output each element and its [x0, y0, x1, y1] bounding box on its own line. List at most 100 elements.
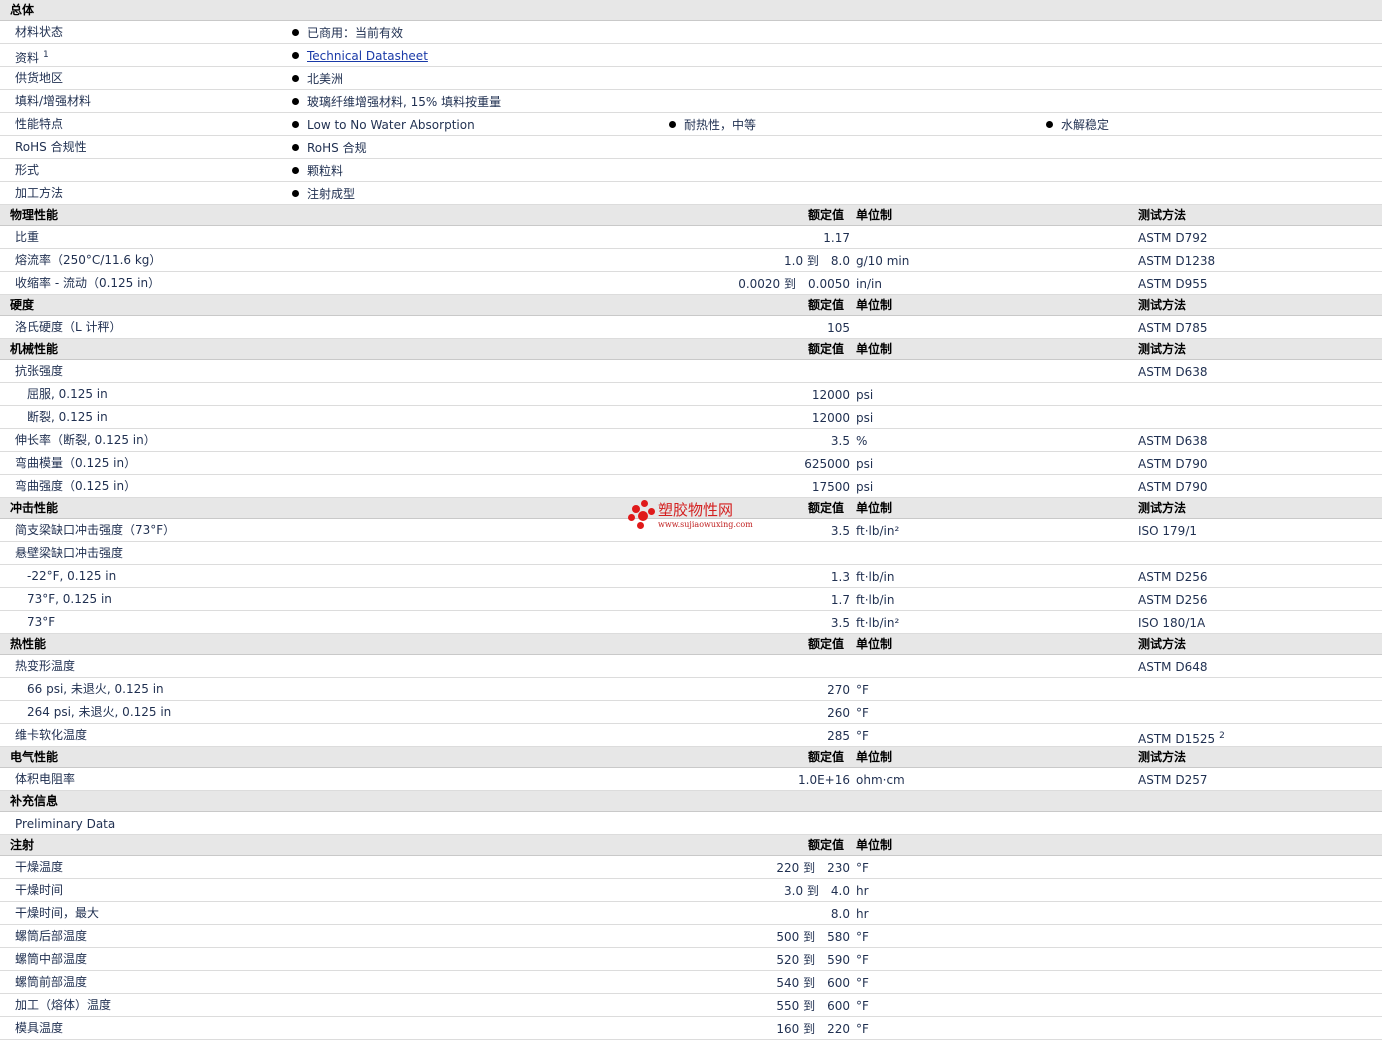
- row-unit: ft·lb/in²: [856, 524, 900, 538]
- row-unit: g/10 min: [856, 254, 910, 268]
- general-label-text: 材料状态: [15, 25, 64, 39]
- row-unit: °F: [856, 976, 869, 990]
- row-label: 断裂, 0.125 in: [27, 410, 108, 424]
- row-nominal: 285: [827, 729, 850, 743]
- row-unit: °F: [856, 683, 869, 697]
- general-row: 供货地区 北美洲: [0, 67, 1382, 90]
- row-unit: psi: [856, 388, 874, 402]
- row-unit: ohm·cm: [856, 773, 905, 787]
- row-unit: ft·lb/in: [856, 593, 895, 607]
- row-unit: psi: [856, 480, 874, 494]
- row-nominal: 160 到 220: [776, 1022, 850, 1036]
- row-nominal: 540 到 600: [776, 976, 850, 990]
- row-unit: ft·lb/in: [856, 570, 895, 584]
- row-nominal: 3.5: [830, 616, 850, 630]
- section-title: 机械性能: [10, 342, 59, 356]
- bullet-icon: [292, 121, 299, 128]
- row-label: 264 psi, 未退火, 0.125 in: [27, 705, 172, 719]
- table-row: 加工（熔体）温度 550 到 600 °F: [0, 994, 1382, 1017]
- table-row: 断裂, 0.125 in 12000 psi: [0, 406, 1382, 429]
- row-unit: hr: [856, 907, 869, 921]
- row-method-text: ISO 180/1A: [1138, 616, 1206, 630]
- general-value: Low to No Water Absorption: [307, 118, 475, 132]
- general-label-text: 填料/增强材料: [15, 94, 92, 108]
- row-label: -22°F, 0.125 in: [27, 569, 117, 583]
- table-row: 干燥时间 3.0 到 4.0 hr: [0, 879, 1382, 902]
- row-method-text: ASTM D257: [1138, 773, 1208, 787]
- row-method-text: ASTM D1525: [1138, 732, 1216, 746]
- header-nominal: 额定值: [808, 501, 845, 515]
- table-row: 73°F 3.5 ft·lb/in² ISO 180/1A: [0, 611, 1382, 634]
- row-nominal: 12000: [811, 388, 850, 402]
- row-method-text: ASTM D790: [1138, 457, 1208, 471]
- row-method-text: ASTM D1238: [1138, 254, 1216, 268]
- row-label: 螺筒中部温度: [15, 952, 88, 966]
- row-method: ASTM D257: [1138, 773, 1207, 787]
- header-unit: 单位制: [856, 298, 893, 312]
- table-row: 螺筒后部温度 500 到 580 °F: [0, 925, 1382, 948]
- row-method: ASTM D638: [1138, 434, 1207, 448]
- general-value: 玻璃纤维增强材料, 15% 填料按重量: [307, 95, 502, 109]
- row-label: 比重: [15, 230, 40, 244]
- header-nominal: 额定值: [808, 298, 845, 312]
- footnote-marker: 1: [43, 50, 49, 60]
- row-method: ASTM D785: [1138, 321, 1207, 335]
- header-method: 测试方法: [1138, 298, 1187, 312]
- table-row: 弯曲强度（0.125 in） 17500 psi ASTM D790: [0, 475, 1382, 498]
- table-row: 264 psi, 未退火, 0.125 in 260 °F: [0, 701, 1382, 724]
- general-value: 水解稳定: [1061, 118, 1110, 132]
- watermark-title: 塑胶物性网: [658, 501, 734, 519]
- table-row: 比重 1.17 ASTM D792: [0, 226, 1382, 249]
- table-row: 弯曲模量（0.125 in） 625000 psi ASTM D790: [0, 452, 1382, 475]
- section-title: 电气性能: [10, 750, 59, 764]
- row-unit: in/in: [856, 277, 882, 291]
- general-label: 形式: [15, 163, 39, 177]
- general-value: 北美洲: [307, 72, 344, 86]
- table-row: 73°F, 0.125 in 1.7 ft·lb/in ASTM D256: [0, 588, 1382, 611]
- row-method: ASTM D1525 2: [1138, 729, 1225, 746]
- row-nominal: 520 到 590: [776, 953, 850, 967]
- table-row: 抗张强度 ASTM D638: [0, 360, 1382, 383]
- row-nominal: 500 到 580: [776, 930, 850, 944]
- general-label-text: RoHS 合规性: [15, 140, 87, 154]
- header-nominal: 额定值: [808, 208, 845, 222]
- general-label-text: 供货地区: [15, 71, 64, 85]
- row-label: 干燥温度: [15, 860, 64, 874]
- row-label: 模具温度: [15, 1021, 64, 1035]
- table-row: 维卡软化温度 285 °F ASTM D1525 2: [0, 724, 1382, 747]
- row-label: 简支梁缺口冲击强度（73°F）: [15, 523, 176, 537]
- row-nominal: 0.0020 到 0.0050: [738, 277, 850, 291]
- section-title: 物理性能: [10, 208, 59, 222]
- row-label: 73°F, 0.125 in: [27, 592, 112, 606]
- row-label: 体积电阻率: [15, 772, 76, 786]
- datasheet-link[interactable]: Technical Datasheet: [307, 49, 428, 63]
- bullet-icon: [292, 75, 299, 82]
- section-header-physical: 物理性能 额定值 单位制 测试方法: [0, 205, 1382, 226]
- row-unit: ft·lb/in²: [856, 616, 900, 630]
- table-row: 螺筒中部温度 520 到 590 °F: [0, 948, 1382, 971]
- row-label: 屈服, 0.125 in: [27, 387, 108, 401]
- header-method: 测试方法: [1138, 342, 1187, 356]
- section-title: 注射: [10, 838, 35, 852]
- header-method: 测试方法: [1138, 208, 1187, 222]
- row-label: 熔流率（250°C/11.6 kg）: [15, 253, 162, 267]
- general-value: 注射成型: [307, 187, 356, 201]
- header-unit: 单位制: [856, 342, 893, 356]
- row-nominal: 105: [827, 321, 850, 335]
- header-unit: 单位制: [856, 637, 893, 651]
- row-label: 洛氏硬度（L 计秤）: [15, 320, 122, 334]
- general-label-text: 资料: [15, 51, 40, 65]
- row-method: ISO 179/1: [1138, 524, 1197, 538]
- bullet-icon: [292, 29, 299, 36]
- general-value: 已商用：当前有效: [307, 26, 404, 40]
- header-unit: 单位制: [856, 838, 893, 852]
- general-value: RoHS 合规: [307, 141, 367, 155]
- watermark-logo: 塑胶物性网 www.sujiaowuxing.com: [628, 499, 758, 533]
- section-header-electrical: 电气性能 额定值 单位制 测试方法: [0, 747, 1382, 768]
- row-nominal: 1.7: [830, 593, 850, 607]
- table-row: 66 psi, 未退火, 0.125 in 270 °F: [0, 678, 1382, 701]
- row-label: 干燥时间: [15, 883, 64, 897]
- supplement-text: Preliminary Data: [15, 817, 116, 831]
- row-label: 收缩率 - 流动（0.125 in）: [15, 276, 161, 290]
- general-label: 供货地区: [15, 71, 63, 85]
